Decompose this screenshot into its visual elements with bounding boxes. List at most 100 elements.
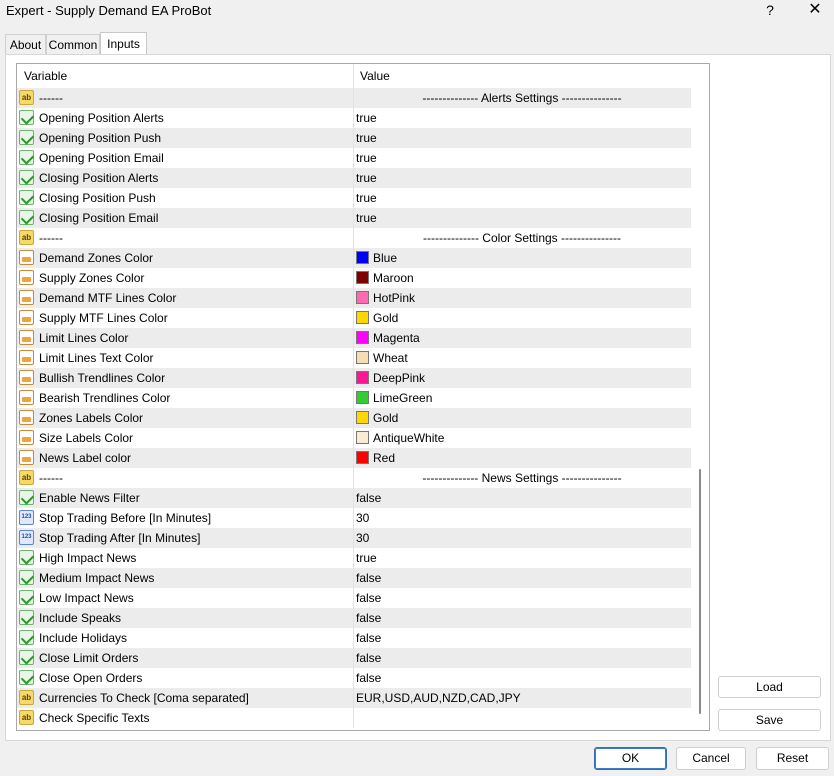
cell-divider <box>353 348 354 368</box>
string-type-icon: ab <box>19 90 34 105</box>
parameter-row[interactable]: Demand MTF Lines Color HotPink <box>17 288 691 308</box>
parameter-value[interactable]: 30 <box>356 511 369 525</box>
cell-divider <box>353 568 354 588</box>
section-separator-row[interactable]: ab ------ -------------- News Settings ---… <box>17 468 691 488</box>
parameter-value[interactable]: true <box>356 191 377 205</box>
parameter-name: Include Speaks <box>39 611 122 625</box>
parameter-value[interactable]: false <box>356 631 381 645</box>
parameter-row[interactable]: Close Limit Orders false <box>17 648 691 668</box>
column-divider[interactable] <box>353 64 354 88</box>
parameter-value[interactable]: Gold <box>356 311 398 325</box>
cell-divider <box>353 508 354 528</box>
cell-divider <box>353 248 354 268</box>
parameter-row[interactable]: Enable News Filter false <box>17 488 691 508</box>
parameter-value[interactable]: LimeGreen <box>356 391 432 405</box>
parameter-name: Stop Trading Before [In Minutes] <box>39 511 212 525</box>
help-button[interactable]: ? <box>755 0 785 22</box>
parameter-value[interactable]: -------------- News Settings -----------… <box>357 471 687 485</box>
parameter-row[interactable]: Closing Position Push true <box>17 188 691 208</box>
column-header-variable[interactable]: Variable <box>24 69 67 83</box>
parameter-value[interactable]: Wheat <box>356 351 408 365</box>
color-swatch <box>356 351 369 364</box>
close-button[interactable]: ✕ <box>800 0 830 22</box>
boolean-type-icon <box>19 570 34 585</box>
ok-button[interactable]: OK <box>594 747 667 770</box>
parameter-value[interactable]: true <box>356 551 377 565</box>
parameter-row[interactable]: ab Check Specific Texts <box>17 708 691 728</box>
parameter-value[interactable]: Magenta <box>356 331 420 345</box>
parameter-value[interactable]: HotPink <box>356 291 415 305</box>
parameter-value[interactable]: false <box>356 651 381 665</box>
parameter-value[interactable]: true <box>356 111 377 125</box>
parameter-value[interactable]: -------------- Alerts Settings ---------… <box>357 91 687 105</box>
boolean-type-icon <box>19 610 34 625</box>
parameter-value[interactable]: false <box>356 591 381 605</box>
parameter-value[interactable]: EUR,USD,AUD,NZD,CAD,JPY <box>356 691 521 705</box>
column-header-value[interactable]: Value <box>360 69 390 83</box>
parameter-value[interactable]: Maroon <box>356 271 414 285</box>
parameter-row[interactable]: Demand Zones Color Blue <box>17 248 691 268</box>
parameter-name: Opening Position Push <box>39 131 162 145</box>
parameter-value[interactable]: true <box>356 131 377 145</box>
color-name: Blue <box>373 251 398 265</box>
parameter-row[interactable]: Size Labels Color AntiqueWhite <box>17 428 691 448</box>
parameter-row[interactable]: Opening Position Push true <box>17 128 691 148</box>
parameter-row[interactable]: 123 Stop Trading Before [In Minutes] 30 <box>17 508 691 528</box>
color-type-icon <box>19 250 34 265</box>
parameter-value[interactable]: false <box>356 611 381 625</box>
parameter-row[interactable]: Close Open Orders false <box>17 668 691 688</box>
parameter-value[interactable]: 30 <box>356 531 369 545</box>
load-button[interactable]: Load <box>718 676 821 698</box>
scrollbar-thumb[interactable] <box>699 469 701 714</box>
parameter-value[interactable]: AntiqueWhite <box>356 431 444 445</box>
color-name: Gold <box>373 311 399 325</box>
parameter-row[interactable]: News Label color Red <box>17 448 691 468</box>
tab-inputs[interactable]: Inputs <box>100 32 147 55</box>
grid-header: Variable Value <box>17 64 691 89</box>
parameter-row[interactable]: Include Holidays false <box>17 628 691 648</box>
color-type-icon <box>19 350 34 365</box>
section-separator-row[interactable]: ab ------ -------------- Alerts Settings -… <box>17 88 691 108</box>
parameter-value[interactable]: true <box>356 151 377 165</box>
cancel-button[interactable]: Cancel <box>676 747 746 770</box>
parameter-row[interactable]: Medium Impact News false <box>17 568 691 588</box>
parameter-row[interactable]: Supply MTF Lines Color Gold <box>17 308 691 328</box>
parameter-row[interactable]: High Impact News true <box>17 548 691 568</box>
parameter-value[interactable]: -------------- Color Settings ----------… <box>357 231 687 245</box>
parameter-row[interactable]: 123 Stop Trading After [In Minutes] 30 <box>17 528 691 548</box>
parameter-row[interactable]: Bullish Trendlines Color DeepPink <box>17 368 691 388</box>
cell-divider <box>353 368 354 388</box>
save-button[interactable]: Save <box>718 709 821 731</box>
parameter-row[interactable]: Bearish Trendlines Color LimeGreen <box>17 388 691 408</box>
parameter-row[interactable]: Include Speaks false <box>17 608 691 628</box>
parameter-row[interactable]: Supply Zones Color Maroon <box>17 268 691 288</box>
color-swatch <box>356 251 369 264</box>
parameter-row[interactable]: Opening Position Email true <box>17 148 691 168</box>
parameter-value[interactable]: Gold <box>356 411 398 425</box>
parameter-value[interactable]: Blue <box>356 251 397 265</box>
parameter-row[interactable]: Closing Position Email true <box>17 208 691 228</box>
parameter-value[interactable]: Red <box>356 451 395 465</box>
parameter-row[interactable]: Zones Labels Color Gold <box>17 408 691 428</box>
parameter-row[interactable]: Limit Lines Color Magenta <box>17 328 691 348</box>
tab-common[interactable]: Common <box>46 34 100 54</box>
tab-about[interactable]: About <box>5 34 46 54</box>
parameter-row[interactable]: Opening Position Alerts true <box>17 108 691 128</box>
reset-button[interactable]: Reset <box>756 747 829 770</box>
parameter-row[interactable]: Closing Position Alerts true <box>17 168 691 188</box>
cell-divider <box>353 548 354 568</box>
parameter-value[interactable]: false <box>356 491 381 505</box>
string-type-icon: ab <box>19 690 34 705</box>
parameter-row[interactable]: ab Currencies To Check [Coma separated] EU… <box>17 688 691 708</box>
parameter-value[interactable]: false <box>356 571 381 585</box>
parameter-value[interactable]: true <box>356 211 377 225</box>
parameter-row[interactable]: Limit Lines Text Color Wheat <box>17 348 691 368</box>
parameter-value[interactable]: true <box>356 171 377 185</box>
parameter-value[interactable]: DeepPink <box>356 371 425 385</box>
parameter-row[interactable]: Low Impact News false <box>17 588 691 608</box>
section-separator-row[interactable]: ab ------ -------------- Color Settings --… <box>17 228 691 248</box>
color-swatch <box>356 451 369 464</box>
parameter-value[interactable]: false <box>356 671 381 685</box>
color-name: Gold <box>373 411 399 425</box>
vertical-scrollbar[interactable] <box>691 64 709 730</box>
